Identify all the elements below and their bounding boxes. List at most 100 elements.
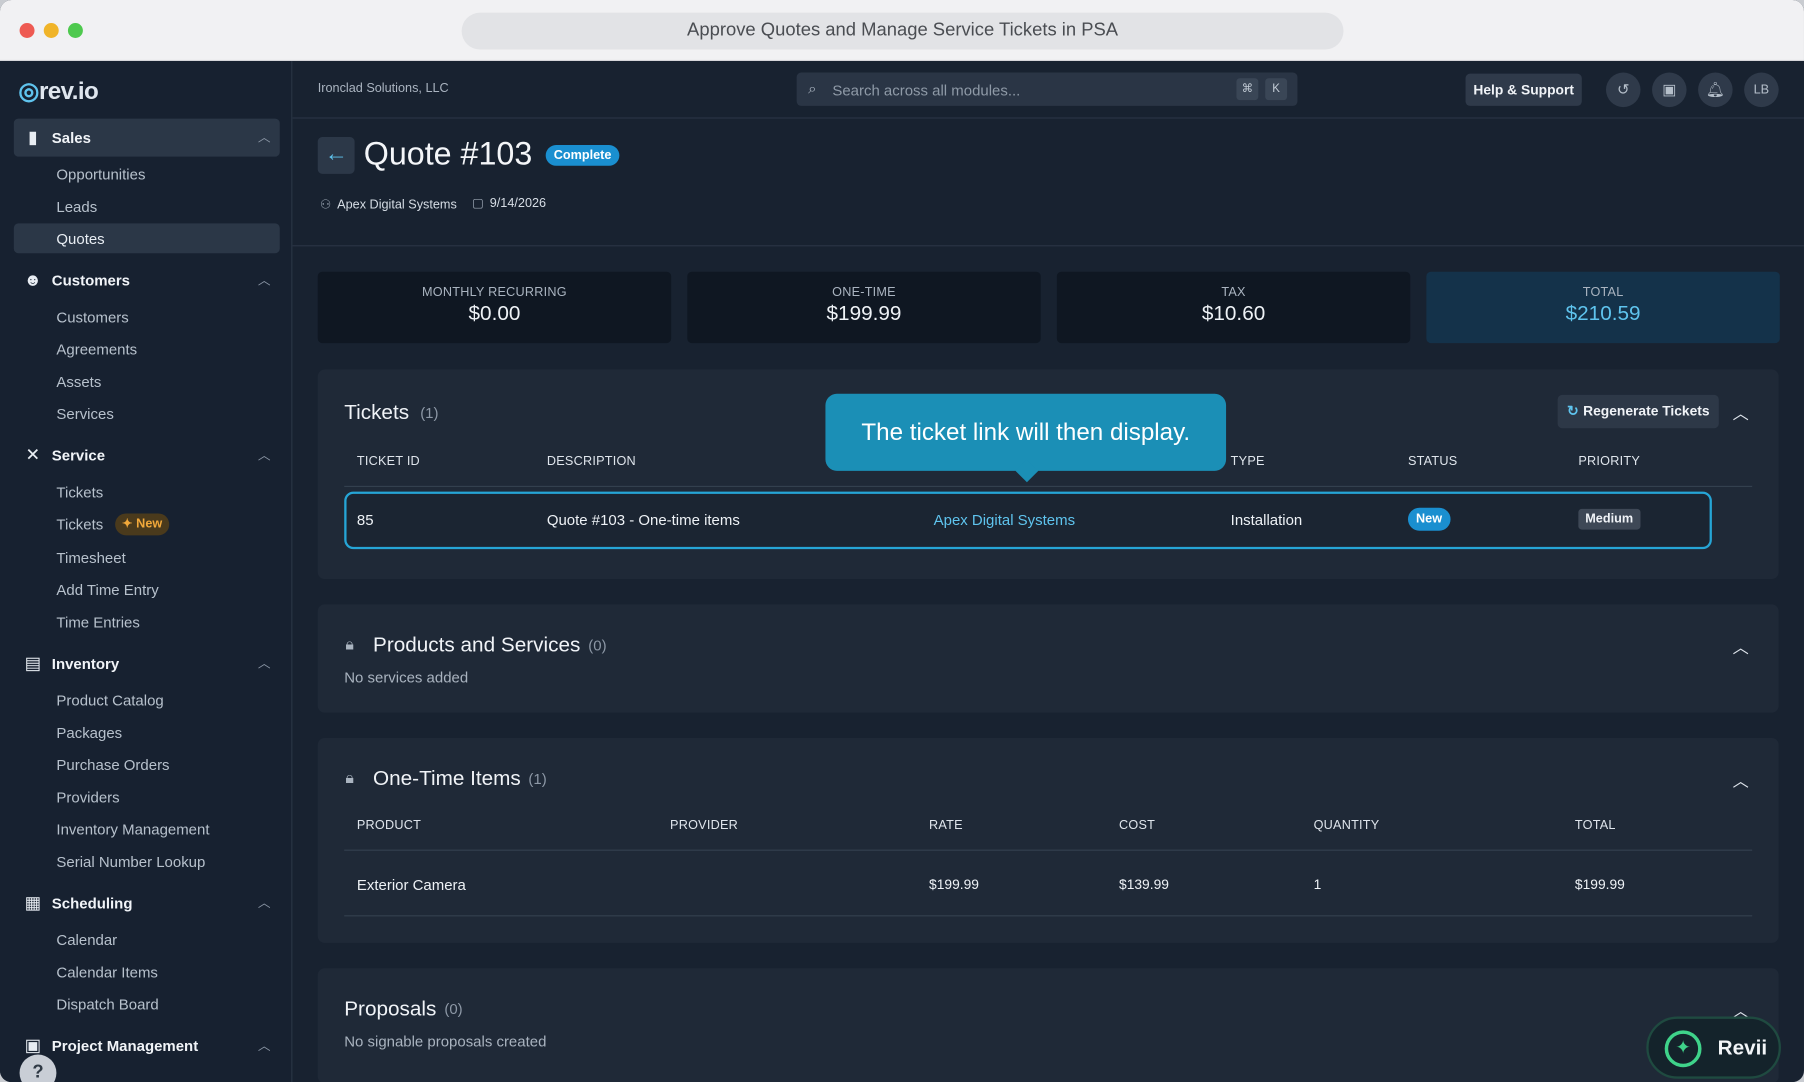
tickets-title: Tickets [344, 400, 410, 424]
sidebar-item-serial-number-lookup[interactable]: Serial Number Lookup [14, 846, 280, 876]
sidebar-section-sales[interactable]: ▮ Sales ︿ [13, 118, 280, 157]
stat-label: MONTHLY RECURRING [422, 285, 567, 300]
header-divider [292, 245, 1804, 247]
stat-total: TOTAL $210.59 [1426, 271, 1780, 344]
sparkle-icon: ✦ [122, 516, 137, 531]
ticket-id: 85 [356, 511, 374, 529]
sidebar-item-quotes[interactable]: Quotes [13, 223, 280, 254]
avatar[interactable]: LB [1744, 72, 1779, 108]
sidebar-item-timesheet[interactable]: Timesheet [14, 542, 280, 572]
column-header-product: PRODUCT [356, 818, 422, 833]
ticket-description: Quote #103 - One-time items [546, 511, 740, 529]
proposals-count: (0) [444, 1000, 463, 1018]
sidebar-section-customers[interactable]: ☻ Customers ︿ [14, 261, 280, 299]
column-header-total: TOTAL [1574, 818, 1616, 833]
search-icon: ⌕ [808, 79, 817, 97]
table-header-divider [344, 849, 1753, 851]
column-header-ticket-id: TICKET ID [356, 454, 420, 469]
help-support-button[interactable]: Help & Support [1465, 73, 1582, 106]
sidebar-item-label: Calendar Items [56, 963, 158, 981]
products-services-card: 🔒︎ Products and Services (0) ︿ No servic… [317, 604, 1779, 713]
maximize-window-button[interactable] [67, 23, 83, 38]
sidebar-item-label: Serial Number Lookup [56, 853, 206, 871]
sidebar-item-calendar[interactable]: Calendar [14, 924, 280, 954]
sidebar-item-label: Purchase Orders [56, 756, 170, 774]
sidebar-item-calendar-items[interactable]: Calendar Items [14, 957, 280, 987]
sidebar-section-inventory[interactable]: ▤ Inventory ︿ [14, 645, 280, 683]
back-button[interactable]: ← [317, 136, 355, 174]
sidebar-item-label: Opportunities [56, 165, 146, 184]
stat-value: $10.60 [1201, 301, 1266, 325]
stat-label: TAX [1221, 285, 1246, 300]
sidebar-item-label: Tickets [56, 483, 104, 501]
sidebar-item-purchase-orders[interactable]: Purchase Orders [14, 749, 280, 779]
sidebar-item-label: Tickets [56, 515, 104, 534]
table-row[interactable]: 85 Quote #103 - One-time items Apex Digi… [344, 491, 1712, 550]
column-header-cost: COST [1119, 818, 1156, 833]
revii-assistant-button[interactable]: ✦ Revii [1646, 1016, 1781, 1079]
notifications-button[interactable]: 🔔︎ [1698, 72, 1733, 108]
sidebar-item-product-catalog[interactable]: Product Catalog [14, 685, 280, 715]
collapse-tickets-button[interactable]: ︿ [1733, 402, 1749, 425]
chevron-up-icon: ︿ [257, 1039, 271, 1054]
main-content: ← Quote #103 Complete ⚇ Apex Digital Syst… [292, 119, 1804, 1082]
regenerate-tickets-label: Regenerate Tickets [1583, 402, 1710, 420]
sidebar-item-label: Dispatch Board [56, 995, 159, 1014]
one-time-items-card: 🔒︎ One-Time Items (1) ︿ PRODUCT PROVIDER… [317, 737, 1779, 943]
close-window-button[interactable] [19, 23, 35, 38]
item-total: $199.99 [1574, 876, 1625, 893]
history-button[interactable]: ↺ [1605, 72, 1641, 108]
sidebar-item-opportunities[interactable]: Opportunities [14, 159, 280, 189]
sidebar-item-tickets-new[interactable]: Tickets ✦ New [14, 509, 280, 539]
tooltip-text: The ticket link will then display. [861, 419, 1191, 446]
app-window: Approve Quotes and Manage Service Ticket… [0, 0, 1804, 1082]
column-header-quantity: QUANTITY [1313, 818, 1380, 833]
sidebar-section-scheduling[interactable]: ▦ Scheduling ︿ [14, 884, 280, 922]
search-input[interactable]: ⌕ Search across all modules... ⌘ K [796, 72, 1298, 106]
stat-value: $210.59 [1565, 301, 1641, 325]
collapse-one-time-button[interactable]: ︿ [1733, 769, 1749, 792]
sidebar-section-label: Inventory [51, 655, 120, 673]
sidebar-item-time-entries[interactable]: Time Entries [14, 607, 280, 637]
sidebar-item-assets[interactable]: Assets [14, 366, 280, 396]
sidebar-item-leads[interactable]: Leads [14, 191, 280, 221]
sidebar-item-dispatch-board[interactable]: Dispatch Board [14, 989, 280, 1019]
chevron-up-icon: ︿ [257, 448, 271, 463]
page-title: Quote #103 [363, 135, 533, 172]
collapse-products-button[interactable]: ︿ [1733, 635, 1749, 658]
products-services-title: Products and Services [373, 633, 581, 657]
sidebar: ◎rev.io ▮ Sales ︿ Opportunities Leads Qu… [0, 61, 293, 1082]
sidebar-item-tickets[interactable]: Tickets [14, 477, 280, 507]
sidebar-item-packages[interactable]: Packages [14, 717, 280, 747]
sidebar-item-customers[interactable]: Customers [14, 302, 280, 332]
ticket-customer-link[interactable]: Apex Digital Systems [934, 511, 1075, 528]
sidebar-item-agreements[interactable]: Agreements [14, 334, 280, 364]
sidebar-item-label: Product Catalog [56, 691, 164, 710]
lock-icon: 🔒︎ [345, 634, 354, 653]
minimize-window-button[interactable] [43, 23, 59, 38]
column-header-priority: PRIORITY [1578, 454, 1641, 469]
history-icon: ↺ [1616, 80, 1630, 98]
calendar-icon: ▢ [472, 196, 484, 211]
lock-icon: 🔒︎ [345, 767, 354, 787]
stat-one-time: ONE-TIME $199.99 [687, 271, 1041, 344]
table-header-divider [344, 485, 1753, 487]
revio-logo[interactable]: ◎rev.io [18, 77, 98, 106]
sidebar-item-add-time-entry[interactable]: Add Time Entry [14, 574, 280, 604]
products-empty-message: No services added [344, 668, 469, 687]
sidebar-item-services[interactable]: Services [14, 398, 280, 428]
quote-date: ▢ 9/14/2026 [472, 196, 546, 211]
screenshot-button[interactable]: ▣ [1652, 72, 1687, 108]
sidebar-section-service[interactable]: ✕ Service ︿ [14, 436, 280, 474]
one-time-items-count: (1) [528, 770, 547, 788]
sidebar-item-providers[interactable]: Providers [14, 782, 280, 812]
sidebar-item-label: Inventory Management [56, 820, 210, 839]
sidebar-item-label: Timesheet [56, 549, 126, 567]
sidebar-item-inventory-management[interactable]: Inventory Management [14, 814, 280, 844]
sidebar-item-label: Calendar [56, 931, 118, 949]
column-header-provider: PROVIDER [670, 818, 739, 833]
sidebar-section-project-management[interactable]: ▣ Project Management ︿ [14, 1027, 280, 1065]
regenerate-tickets-button[interactable]: ↻ Regenerate Tickets [1557, 394, 1719, 429]
sidebar-section-label: Sales [51, 128, 91, 147]
new-badge: ✦ New [115, 513, 170, 536]
